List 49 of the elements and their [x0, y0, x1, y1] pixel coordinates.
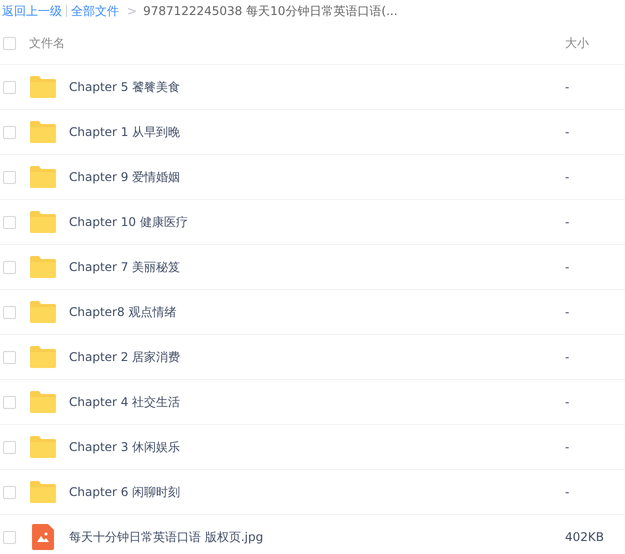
file-size: -	[565, 215, 570, 229]
file-name[interactable]: Chapter 5 饕餮美食	[69, 78, 180, 96]
image-file-icon	[32, 524, 54, 550]
file-name[interactable]: 每天十分钟日常英语口语 版权页.jpg	[69, 528, 264, 546]
row-checkbox[interactable]	[3, 126, 16, 138]
folder-icon	[30, 436, 56, 458]
name-column-header[interactable]: 文件名	[29, 34, 65, 52]
row-checkbox[interactable]	[3, 440, 16, 454]
folder-icon	[30, 481, 56, 503]
row-checkbox[interactable]	[3, 396, 16, 408]
file-size: -	[565, 125, 570, 139]
row-checkbox[interactable]	[3, 530, 16, 544]
file-size: -	[565, 440, 570, 454]
file-name[interactable]: Chapter8 观点情绪	[69, 304, 176, 320]
folder-icon	[30, 391, 56, 413]
row-checkbox[interactable]	[3, 486, 16, 498]
folder-icon	[30, 211, 56, 233]
select-all-checkbox[interactable]	[3, 36, 16, 50]
row-checkbox[interactable]	[3, 260, 16, 274]
folder-icon	[30, 256, 56, 278]
size-column-header[interactable]: 大小	[565, 34, 625, 52]
file-size: -	[565, 305, 570, 319]
folder-icon	[30, 346, 56, 368]
file-name[interactable]: Chapter 2 居家消费	[69, 348, 180, 366]
file-name[interactable]: Chapter 7 美丽秘笈	[69, 258, 180, 276]
row-checkbox[interactable]	[3, 350, 16, 364]
file-size: -	[565, 350, 570, 364]
file-size: -	[565, 395, 570, 409]
row-checkbox[interactable]	[3, 80, 16, 94]
file-size: 402KB	[565, 530, 606, 544]
file-name[interactable]: Chapter 3 休闲娱乐	[69, 438, 180, 456]
folder-icon	[30, 301, 56, 323]
file-size: -	[565, 80, 570, 94]
file-name[interactable]: Chapter 4 社交生活	[69, 394, 180, 410]
row-checkbox[interactable]	[3, 170, 16, 184]
file-name[interactable]: Chapter 9 爱情婚姻	[69, 168, 180, 186]
file-name[interactable]: Chapter 1 从早到晚	[69, 124, 180, 140]
file-size: -	[565, 170, 570, 184]
file-size: -	[565, 260, 570, 274]
breadcrumb-separator: >	[127, 4, 138, 18]
current-folder-title: 9787122245038 每天10分钟日常英语口语(...	[143, 2, 398, 20]
file-name[interactable]: Chapter 10 健康医疗	[69, 214, 188, 230]
file-name[interactable]: Chapter 6 闲聊时刻	[69, 484, 180, 500]
folder-icon	[30, 121, 56, 143]
row-checkbox[interactable]	[3, 216, 16, 228]
folder-icon	[30, 166, 56, 188]
file-size: -	[565, 485, 570, 499]
folder-icon	[30, 76, 56, 98]
row-checkbox[interactable]	[3, 306, 16, 318]
